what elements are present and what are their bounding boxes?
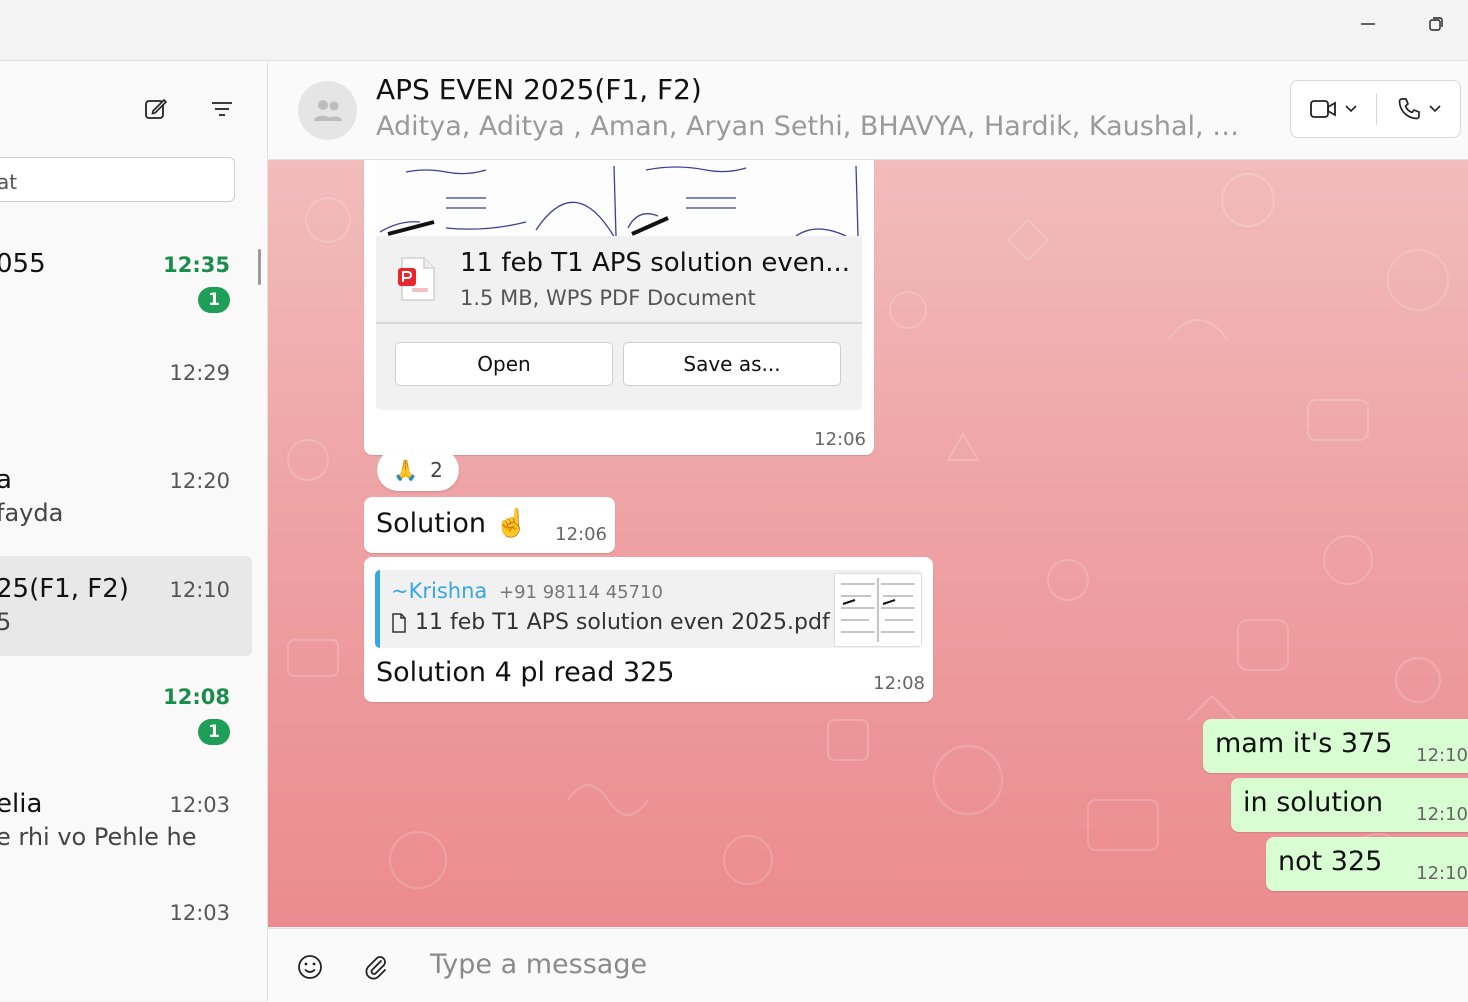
chat-list-item[interactable]: 055 12:35 1 [0,231,252,331]
chat-name: a [0,465,12,495]
message-time: 12:10 [1416,863,1468,884]
quoted-thumbnail [834,573,922,647]
message-time: 12:08 [873,673,925,694]
outgoing-message[interactable]: mam it's 375 12:10 [1203,719,1468,773]
filter-button[interactable] [204,91,240,127]
chat-time: 12:08 [163,685,230,709]
search-chats-input[interactable]: at [0,157,235,202]
group-avatar[interactable] [298,81,357,140]
chat-list-sidebar: at 055 12:35 1 12:29 a fayda 12:20 25(F1… [0,61,268,1001]
chat-time: 12:03 [169,901,230,925]
document-preview-thumbnail[interactable] [376,160,862,236]
quoted-phone: +91 98114 45710 [499,582,663,603]
title-bar [0,0,1468,61]
chat-preview: 5 [0,608,11,636]
group-members[interactable]: Aditya, Aditya , Aman, Aryan Sethi, BHAV… [376,111,1256,142]
document-message[interactable]: 11 feb T1 APS solution even... 1.5 MB, W… [364,160,874,455]
message-pane[interactable]: 11 feb T1 APS solution even... 1.5 MB, W… [268,160,1468,927]
chat-time: 12:29 [169,361,230,385]
attach-button[interactable] [358,949,394,985]
handwritten-notes-image [379,165,859,236]
open-document-button[interactable]: Open [395,342,613,386]
unread-badge: 1 [198,287,230,313]
message-text: Solution ☝️ [376,508,529,539]
chat-preview: fayda [0,499,64,527]
message-time: 12:06 [555,524,607,545]
message-time: 12:10 [1416,745,1468,766]
save-as-button[interactable]: Save as... [623,342,841,386]
document-file-name: 11 feb T1 APS solution even... [460,248,851,278]
quoted-file: 11 feb T1 APS solution even 2025.pdf [391,610,830,635]
reaction-count: 2 [430,458,443,482]
call-controls [1290,80,1461,138]
chevron-down-icon [1429,105,1441,113]
smiley-icon [298,955,322,979]
message-text: mam it's 375 [1215,728,1393,759]
chat-preview: e rhi vo Pehle he [0,823,197,851]
message-composer [268,928,1468,1002]
phone-icon [1398,98,1420,120]
reaction-emoji: 🙏 [393,458,419,482]
message-time: 12:06 [814,429,866,450]
chat-list-item[interactable]: 12:03 [0,879,252,979]
video-call-button[interactable] [1291,81,1375,137]
message-time: 12:10 [1416,804,1468,825]
document-file-meta: 1.5 MB, WPS PDF Document [460,286,756,310]
message-text: in solution [1243,787,1384,818]
document-info[interactable]: 11 feb T1 APS solution even... 1.5 MB, W… [376,236,862,324]
chat-list-item-selected[interactable]: 25(F1, F2) 5 12:10 [0,556,252,656]
chat-list-scrollbar[interactable] [258,249,261,285]
quoted-file-name: 11 feb T1 APS solution even 2025.pdf [415,610,830,635]
reaction-pill[interactable]: 🙏 2 [377,449,459,491]
quote-accent-bar [375,570,380,648]
video-camera-icon [1310,100,1336,118]
chat-name: 055 [0,249,46,279]
incoming-message[interactable]: Solution ☝️ 12:06 [364,497,615,553]
message-text: Solution 4 pl read 325 [376,657,675,688]
chevron-down-icon [1345,105,1357,113]
emoji-button[interactable] [292,949,328,985]
chat-time: 12:20 [169,469,230,493]
chat-list-item[interactable]: elia e rhi vo Pehle he 12:03 [0,771,252,871]
chat-name: 25(F1, F2) [0,574,129,604]
quoted-message[interactable]: ~Krishna +91 98114 45710 11 feb T1 APS s… [375,570,922,648]
paperclip-icon [365,956,386,980]
minimize-icon [1361,23,1375,25]
chat-list-item[interactable]: 12:08 1 [0,663,252,763]
message-input[interactable] [430,949,1330,980]
document-actions: Open Save as... [376,324,862,410]
pdf-file-icon [398,257,435,301]
chat-header: APS EVEN 2025(F1, F2) Aditya, Aditya , A… [268,61,1468,160]
filter-icon [212,102,232,116]
chat-time: 12:10 [169,578,230,602]
quoted-author: ~Krishna [391,579,488,603]
reply-message[interactable]: ~Krishna +91 98114 45710 11 feb T1 APS s… [364,557,933,702]
document-icon [392,612,406,633]
new-chat-icon [145,98,168,119]
group-icon [313,99,342,121]
restore-icon [1429,17,1443,31]
chat-time: 12:35 [163,253,230,277]
new-chat-button[interactable] [138,91,174,127]
chat-time: 12:03 [169,793,230,817]
chat-name: elia [0,789,43,819]
outgoing-message[interactable]: in solution 12:10 [1231,778,1468,832]
chat-list-item[interactable]: a fayda 12:20 [0,447,252,547]
voice-call-button[interactable] [1377,81,1461,137]
minimize-button[interactable] [1346,6,1390,42]
outgoing-message[interactable]: not 325 12:10 [1266,837,1468,891]
group-title[interactable]: APS EVEN 2025(F1, F2) [376,73,702,106]
chat-list-item[interactable]: 12:29 [0,339,252,439]
handwritten-notes-thumbnail [841,578,915,642]
unread-badge: 1 [198,719,230,745]
restore-button[interactable] [1414,6,1458,42]
search-placeholder: at [0,170,18,194]
message-text: not 325 [1278,846,1383,877]
